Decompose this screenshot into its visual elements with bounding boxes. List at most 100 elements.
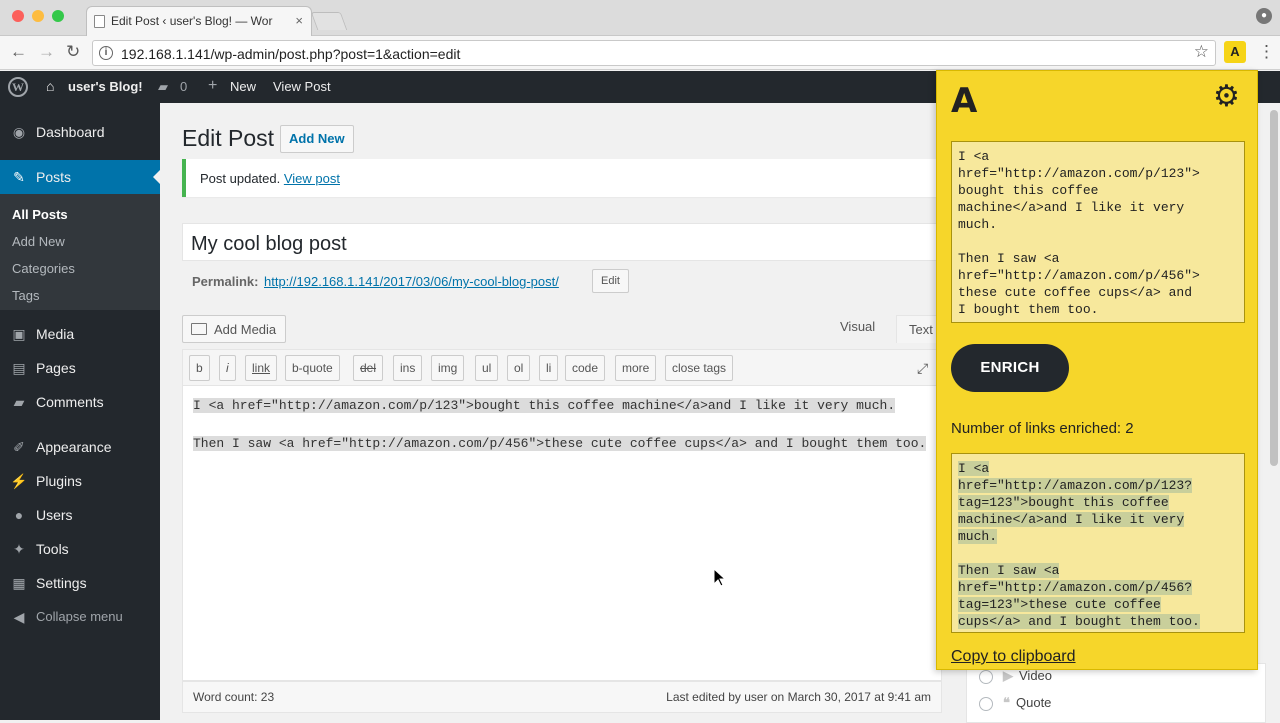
input-textarea[interactable]: I <a href="http://amazon.com/p/123"> bou… (951, 141, 1245, 323)
content-line: I <a href="http://amazon.com/p/123">boug… (193, 398, 896, 413)
quicktag-italic[interactable]: i (219, 355, 236, 381)
permalink-link[interactable]: http://192.168.1.141/2017/03/06/my-cool-… (264, 274, 559, 289)
output-textarea[interactable]: I <a href="http://amazon.com/p/123? tag=… (951, 453, 1245, 633)
plus-icon[interactable]: + (208, 77, 217, 95)
menu-label: Dashboard (36, 124, 105, 140)
quicktag-bquote[interactable]: b-quote (285, 355, 340, 381)
menu-collapse[interactable]: ◀ Collapse menu (0, 600, 160, 634)
enriched-count: Number of links enriched: 2 (951, 420, 1134, 437)
browser-menu-icon[interactable]: ⋮ (1258, 42, 1275, 62)
view-post-link[interactable]: View Post (273, 79, 331, 94)
maximize-window-icon[interactable] (52, 10, 64, 22)
submenu-add-new[interactable]: Add New (12, 234, 65, 249)
menu-tools[interactable]: ✦ Tools (0, 532, 160, 566)
tab-visual[interactable]: Visual (840, 319, 875, 334)
page-icon (94, 15, 105, 28)
dashboard-icon: ◉ (12, 124, 26, 140)
video-icon: ▶ (1003, 668, 1013, 683)
post-format-box: ▶ Video ❝ Quote (966, 663, 1266, 723)
last-edited: Last edited by user on March 30, 2017 at… (666, 690, 931, 704)
view-post-link[interactable]: View post (284, 171, 340, 186)
profile-icon[interactable]: ● (1256, 8, 1272, 24)
menu-label: Users (36, 507, 73, 523)
close-tab-icon[interactable]: × (295, 13, 303, 28)
menu-pages[interactable]: ▤ Pages (0, 351, 160, 385)
menu-label: Appearance (36, 439, 112, 455)
close-window-icon[interactable] (12, 10, 24, 22)
url-text[interactable]: 192.168.1.141/wp-admin/post.php?post=1&a… (121, 46, 460, 62)
quicktag-del[interactable]: del (353, 355, 384, 381)
wrench-icon: ✦ (13, 541, 25, 557)
format-video[interactable]: ▶ Video (979, 668, 1052, 684)
back-icon[interactable]: ← (10, 41, 27, 63)
add-media-button[interactable]: Add Media (182, 315, 286, 343)
menu-label: Collapse menu (36, 609, 123, 624)
quicktag-img[interactable]: img (431, 355, 465, 381)
comment-count[interactable]: 0 (180, 79, 187, 94)
quicktag-ins[interactable]: ins (393, 355, 423, 381)
scrollbar-thumb[interactable] (1270, 110, 1278, 466)
menu-plugins[interactable]: ⚡ Plugins (0, 464, 160, 498)
quicktag-ol[interactable]: ol (507, 355, 531, 381)
new-content-link[interactable]: New (230, 79, 256, 94)
menu-posts[interactable]: ✎ Posts (0, 160, 160, 194)
menu-dashboard[interactable]: ◉ Dashboard (0, 115, 160, 149)
radio-quote[interactable] (979, 696, 993, 711)
new-tab-button[interactable] (310, 12, 348, 30)
format-label: Video (1019, 668, 1053, 683)
page-title: Edit Post (182, 125, 275, 151)
permalink-edit-button[interactable]: Edit (592, 269, 629, 293)
brush-icon: ✐ (13, 439, 25, 455)
posts-submenu: All Posts Add New Categories Tags (0, 194, 160, 310)
quicktag-more[interactable]: more (615, 355, 657, 381)
menu-users[interactable]: ● Users (0, 498, 160, 532)
user-icon: ● (14, 507, 24, 523)
info-icon[interactable]: i (99, 46, 113, 60)
browser-tab[interactable]: Edit Post ‹ user's Blog! — Wor × (86, 6, 312, 36)
forward-icon[interactable]: → (38, 41, 55, 63)
media-icon: ▣ (12, 326, 26, 342)
reload-icon[interactable]: ↻ (66, 41, 80, 63)
quicktag-li[interactable]: li (539, 355, 559, 381)
selected-output-text: I <a href="http://amazon.com/p/123? tag=… (958, 461, 1200, 629)
submenu-tags[interactable]: Tags (12, 288, 39, 303)
media-icon (191, 323, 207, 335)
copy-to-clipboard-link[interactable]: Copy to clipboard (951, 648, 1076, 666)
menu-media[interactable]: ▣ Media (0, 317, 160, 351)
site-name-link[interactable]: user's Blog! (68, 79, 143, 94)
admin-sidebar: ◉ Dashboard ✎ Posts All Posts Add New Ca… (0, 103, 160, 720)
submenu-categories[interactable]: Categories (12, 261, 75, 276)
notice-text: Post updated. (200, 171, 281, 186)
quicktag-ul[interactable]: ul (475, 355, 499, 381)
format-quote[interactable]: ❝ Quote (979, 695, 1051, 711)
home-icon[interactable]: ⌂ (46, 78, 54, 94)
content-textarea[interactable]: I <a href="http://amazon.com/p/123">boug… (182, 385, 942, 681)
content-line: Then I saw <a href="http://amazon.com/p/… (193, 436, 927, 451)
fullscreen-icon[interactable]: ⤢ (917, 360, 928, 377)
format-label: Quote (1016, 695, 1052, 710)
post-title-input[interactable]: My cool blog post (182, 223, 942, 261)
comment-bubble-icon[interactable]: ▰ (158, 79, 168, 95)
gear-icon[interactable]: ⚙ (1213, 79, 1240, 115)
quicktag-bold[interactable]: b (189, 355, 210, 381)
menu-appearance[interactable]: ✐ Appearance (0, 430, 160, 464)
plug-icon: ⚡ (10, 473, 28, 489)
extension-popup: A ⚙ I <a href="http://amazon.com/p/123">… (936, 70, 1258, 670)
address-bar[interactable]: i 192.168.1.141/wp-admin/post.php?post=1… (92, 40, 1216, 66)
add-new-button[interactable]: Add New (280, 125, 354, 153)
wordpress-logo-icon[interactable]: W (8, 77, 28, 97)
quicktag-code[interactable]: code (565, 355, 606, 381)
quicktag-close-tags[interactable]: close tags (665, 355, 734, 381)
extension-icon[interactable]: A (1224, 41, 1246, 63)
menu-label: Media (36, 326, 75, 342)
quicktag-link[interactable]: link (245, 355, 278, 381)
radio-video[interactable] (979, 669, 993, 684)
word-count: Word count: 23 (193, 690, 275, 704)
bookmark-star-icon[interactable]: ☆ (1194, 42, 1209, 62)
menu-comments[interactable]: ▰ Comments (0, 385, 160, 419)
submenu-all-posts[interactable]: All Posts (12, 207, 68, 222)
menu-settings[interactable]: ▦ Settings (0, 566, 160, 600)
minimize-window-icon[interactable] (32, 10, 44, 22)
enrich-button[interactable]: ENRICH (951, 344, 1069, 392)
menu-label: Pages (36, 360, 76, 376)
